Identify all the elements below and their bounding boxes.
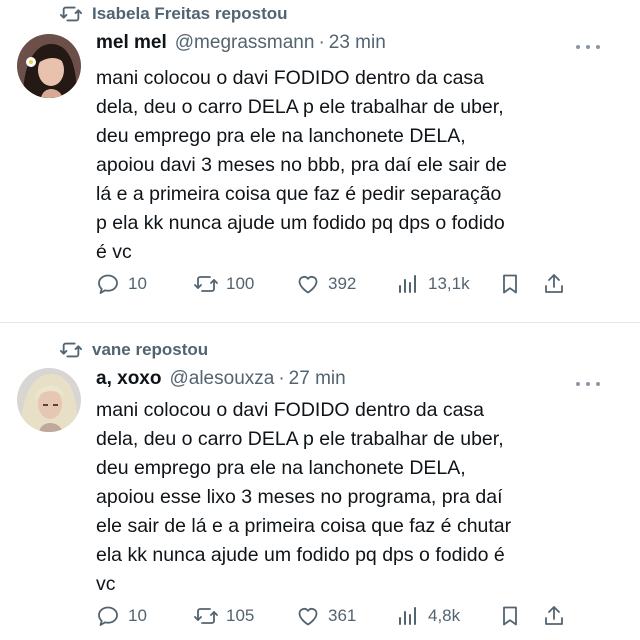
tweet-text-line: deu emprego pra ele na lanchonete DELA, <box>96 125 466 147</box>
display-name[interactable]: mel mel <box>96 32 167 54</box>
user-handle[interactable]: @megrassmann <box>175 32 315 54</box>
tweet-text-line: deu emprego pra ele na lanchonete DELA, <box>96 457 466 479</box>
tweet-text-line: é vc <box>96 241 132 263</box>
reply-icon <box>98 606 118 626</box>
views-button[interactable]: 4,8k <box>396 604 460 628</box>
views-icon <box>399 275 416 293</box>
tweet-card[interactable]: vane repostou a, xoxo @alesouxza · 27 mi… <box>0 324 640 640</box>
timeline-feed: Isabela Freitas repostou mel mel @megras… <box>0 0 640 640</box>
bookmark-button[interactable] <box>498 604 522 628</box>
reply-button[interactable]: 10 <box>96 272 147 296</box>
tweet-text-line: mani colocou o davi FODIDO dentro da cas… <box>96 399 485 421</box>
divider <box>0 322 640 323</box>
tweet-text-line: dela, deu o carro DELA p ele trabalhar d… <box>96 96 504 118</box>
views-count: 13,1k <box>428 274 470 293</box>
tweet-text-line: apoiou davi 3 meses no bbb, pra daí ele … <box>96 154 507 176</box>
tweet-header: a, xoxo @alesouxza · 27 min <box>96 368 346 390</box>
heart-icon <box>298 608 318 626</box>
views-count: 4,8k <box>428 606 461 625</box>
repost-icon <box>194 276 218 292</box>
tweet-text-line: lá e a primeira coisa que faz é pedir se… <box>96 183 502 205</box>
repost-count: 105 <box>226 606 255 625</box>
avatar[interactable] <box>17 34 81 98</box>
repost-count: 100 <box>226 274 255 293</box>
like-count: 392 <box>328 274 357 293</box>
repost-icon <box>194 608 218 624</box>
reply-count: 10 <box>128 274 147 293</box>
tweet-card[interactable]: Isabela Freitas repostou mel mel @megras… <box>0 0 640 322</box>
repost-button[interactable]: 100 <box>194 272 254 296</box>
tweet-text-line: ela kk nunca ajude um fodido pq dps o fo… <box>96 544 505 566</box>
like-button[interactable]: 392 <box>296 272 356 296</box>
heart-icon <box>298 276 318 294</box>
repost-button[interactable]: 105 <box>194 604 254 628</box>
tweet-text: mani colocou o davi FODIDO dentro da cas… <box>96 64 616 267</box>
tweet-text-line: vc <box>96 573 116 595</box>
bookmark-button[interactable] <box>498 272 522 296</box>
repost-icon <box>60 6 82 22</box>
like-count: 361 <box>328 606 357 625</box>
repost-context-label: vane repostou <box>92 340 209 359</box>
bookmark-icon <box>503 606 517 626</box>
views-icon <box>399 607 416 625</box>
share-button[interactable] <box>542 272 566 296</box>
more-icon[interactable] <box>576 42 600 52</box>
tweet-text: mani colocou o davi FODIDO dentro da cas… <box>96 396 616 599</box>
tweet-text-line: dela, deu o carro DELA p ele trabalhar d… <box>96 428 504 450</box>
views-button[interactable]: 13,1k <box>396 272 470 296</box>
reply-button[interactable]: 10 <box>96 604 147 628</box>
share-button[interactable] <box>542 604 566 628</box>
action-bar: 10 105 361 4,8k <box>96 604 576 632</box>
timestamp[interactable]: 27 min <box>289 368 346 390</box>
separator: · <box>278 368 285 389</box>
tweet-text-line: mani colocou o davi FODIDO dentro da cas… <box>96 67 485 89</box>
share-icon <box>545 274 563 293</box>
tweet-header: mel mel @megrassmann · 23 min <box>96 32 386 54</box>
share-icon <box>545 606 563 625</box>
repost-context: vane repostou <box>60 339 208 361</box>
avatar[interactable] <box>17 368 81 432</box>
tweet-text-line: ele sair de lá e a primeira coisa que fa… <box>96 515 512 537</box>
timestamp[interactable]: 23 min <box>329 32 386 54</box>
repost-context-label: Isabela Freitas repostou <box>92 4 288 23</box>
action-bar: 10 100 392 13,1k <box>96 272 576 300</box>
reply-icon <box>98 274 118 294</box>
bookmark-icon <box>503 274 517 294</box>
user-handle[interactable]: @alesouxza <box>169 368 274 390</box>
repost-icon <box>60 342 82 358</box>
separator: · <box>318 32 325 53</box>
tweet-text-line: apoiou esse lixo 3 meses no programa, pr… <box>96 486 503 508</box>
tweet-text-line: p ela kk nunca ajude um fodido pq dps o … <box>96 212 505 234</box>
like-button[interactable]: 361 <box>296 604 356 628</box>
repost-context: Isabela Freitas repostou <box>60 3 288 25</box>
more-icon[interactable] <box>576 379 600 389</box>
display-name[interactable]: a, xoxo <box>96 368 161 390</box>
reply-count: 10 <box>128 606 147 625</box>
